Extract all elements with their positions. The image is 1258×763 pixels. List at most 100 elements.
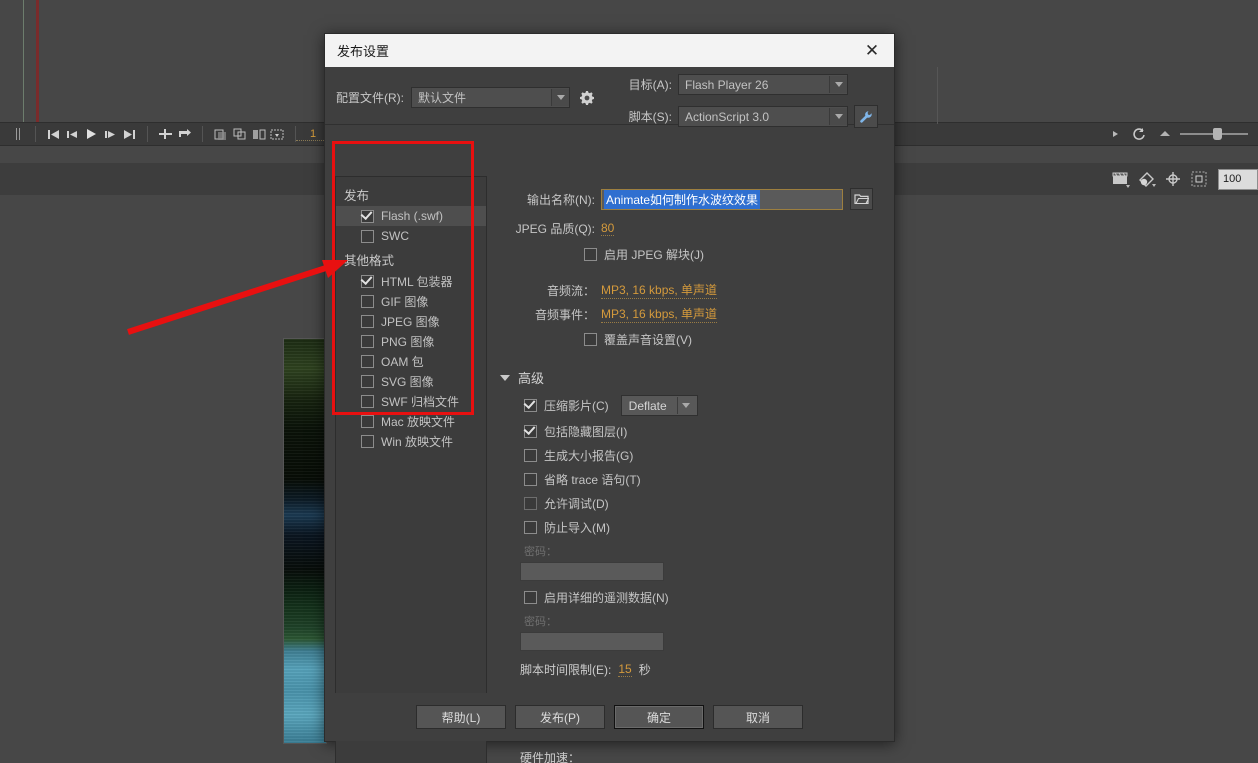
timeline-right-controls[interactable] [1105,125,1258,143]
jpeg-quality-value[interactable]: 80 [601,221,614,236]
collapse-icon[interactable] [1155,125,1174,143]
current-frame-number[interactable]: 1 [296,128,326,141]
script-value: ActionScript 3.0 [679,110,829,124]
format-item-swf-archive[interactable]: SWF 归档文件 [336,391,486,411]
format-item-mac-projector[interactable]: Mac 放映文件 [336,411,486,431]
ok-button[interactable]: 确定 [614,705,704,729]
omit-trace-row[interactable]: 省略 trace 语句(T) [524,471,886,488]
telemetry-row[interactable]: 启用详细的遥测数据(N) [524,589,886,606]
triangle-down-icon[interactable] [500,375,510,381]
zoom-level-field[interactable]: 100 [1218,169,1258,190]
cancel-button[interactable]: 取消 [713,705,803,729]
checkbox-icon[interactable] [361,375,374,388]
next-frame-icon[interactable] [101,125,120,143]
permit-debugging-row[interactable]: 允许调试(D) [524,495,886,512]
publish-group-title: 发布 [336,181,486,206]
audio-event-value[interactable]: MP3, 16 kbps, 单声道 [601,305,717,323]
format-item-jpeg[interactable]: JPEG 图像 [336,311,486,331]
checkbox-icon[interactable] [361,435,374,448]
checkbox-icon[interactable] [361,275,374,288]
format-item-html-wrapper[interactable]: HTML 包装器 [336,271,486,291]
format-item-oam[interactable]: OAM 包 [336,351,486,371]
onion-skin-icon[interactable] [211,125,230,143]
help-button[interactable]: 帮助(L) [416,705,506,729]
script-time-value[interactable]: 15 [618,662,631,677]
chevron-down-icon[interactable] [829,108,847,125]
checkbox-icon[interactable] [361,335,374,348]
include-hidden-layers-row[interactable]: 包括隐藏图层(I) [524,423,886,440]
stage-image-preview [283,338,327,744]
publish-button[interactable]: 发布(P) [515,705,605,729]
checkbox-icon[interactable] [361,415,374,428]
checkbox-icon[interactable] [361,315,374,328]
size-report-row[interactable]: 生成大小报告(G) [524,447,886,464]
modify-onion-markers-icon[interactable] [268,125,287,143]
checkbox-icon[interactable] [524,449,537,462]
onion-skin-outlines-icon[interactable] [230,125,249,143]
edit-multiple-frames-icon[interactable] [249,125,268,143]
first-frame-icon[interactable] [44,125,63,143]
checkbox-icon[interactable] [361,395,374,408]
checkbox-icon[interactable] [524,591,537,604]
clapperboard-icon[interactable] [1108,167,1134,191]
format-item-flash-swf[interactable]: Flash (.swf) [336,206,486,226]
format-item-gif[interactable]: GIF 图像 [336,291,486,311]
checkbox-icon[interactable] [524,521,537,534]
paint-object-icon[interactable] [1134,167,1160,191]
slider-knob[interactable] [1213,128,1222,140]
checkbox-icon[interactable] [361,355,374,368]
password-input-1[interactable] [520,562,664,581]
format-item-png[interactable]: PNG 图像 [336,331,486,351]
checkbox-icon[interactable] [584,333,597,346]
dialog-titlebar: 发布设置 ✕ [325,34,894,67]
checkbox-icon[interactable] [361,230,374,243]
frame-tools[interactable] [148,123,202,145]
advanced-section-header[interactable]: 高级 [500,368,886,387]
format-list-panel: 发布 Flash (.swf) SWC 其他格式 HTML 包装器 GIF 图像 [335,176,487,763]
checkbox-icon[interactable] [524,425,537,438]
password-input-2[interactable] [520,632,664,651]
telemetry-label: 启用详细的遥测数据(N) [544,589,669,606]
format-item-swc[interactable]: SWC [336,226,486,246]
prev-frame-icon[interactable] [63,125,82,143]
reset-icon[interactable] [1130,125,1149,143]
jpeg-deblock-row[interactable]: 启用 JPEG 解块(J) [584,246,886,263]
checkbox-icon[interactable] [584,248,597,261]
center-frame-icon[interactable] [156,125,175,143]
chevron-down-icon[interactable] [551,89,569,106]
audio-stream-value[interactable]: MP3, 16 kbps, 单声道 [601,281,717,299]
override-sound-label: 覆盖声音设置(V) [604,331,692,348]
loop-playback-icon[interactable] [175,125,194,143]
profile-select[interactable]: 默认文件 [411,87,570,108]
checkbox-icon[interactable] [361,295,374,308]
close-icon[interactable]: ✕ [858,37,886,65]
last-frame-icon[interactable] [120,125,139,143]
format-item-svg[interactable]: SVG 图像 [336,371,486,391]
protect-from-import-row[interactable]: 防止导入(M) [524,519,886,536]
gear-icon[interactable] [577,88,597,108]
target-select[interactable]: Flash Player 26 [678,74,848,95]
format-label: JPEG 图像 [381,313,440,330]
snap-align-icon[interactable] [1160,167,1186,191]
checkbox-icon[interactable] [524,497,537,510]
format-label: Mac 放映文件 [381,413,455,430]
output-name-input[interactable]: Animate如何制作水波纹效果 [601,189,843,210]
playback-controls[interactable] [36,123,147,145]
compress-movie-value: Deflate [622,399,677,413]
compress-movie-row[interactable]: 压缩影片(C) Deflate [524,395,886,416]
edit-bounds-icon[interactable] [1186,167,1212,191]
onion-skin-tools[interactable] [203,123,295,145]
compress-movie-select[interactable]: Deflate [621,395,698,416]
chevron-down-icon[interactable] [677,397,694,414]
override-sound-row[interactable]: 覆盖声音设置(V) [584,331,886,348]
play-icon[interactable] [82,125,101,143]
format-item-win-projector[interactable]: Win 放映文件 [336,431,486,451]
folder-icon[interactable] [850,188,873,210]
checkbox-icon[interactable] [361,210,374,223]
permit-debug-label: 允许调试(D) [544,495,609,512]
checkbox-icon[interactable] [524,399,537,412]
chevron-down-icon[interactable] [829,76,847,93]
timeline-menu-icon[interactable] [1105,125,1124,143]
checkbox-icon[interactable] [524,473,537,486]
timeline-zoom-slider[interactable] [1180,127,1248,141]
